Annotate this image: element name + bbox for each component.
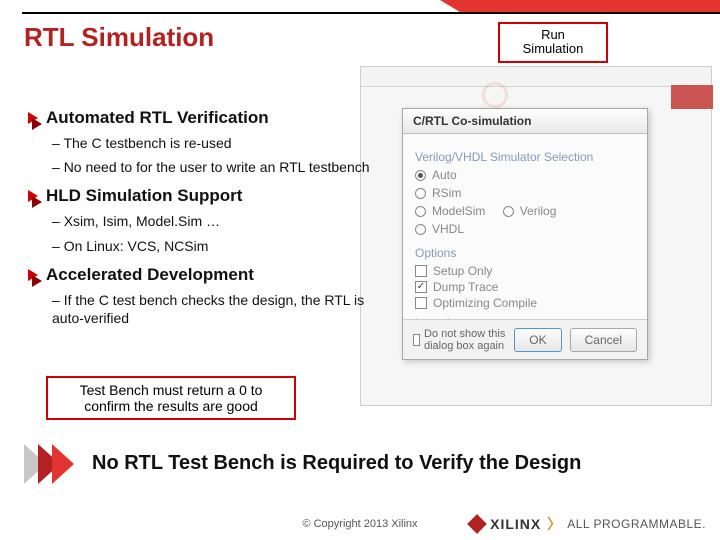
check-dont-show[interactable]: Do not show this dialog box again — [413, 328, 506, 352]
radio-vhdl[interactable]: VHDL — [415, 222, 464, 236]
chevron-icon — [28, 190, 38, 202]
note-box: Test Bench must return a 0 to confirm th… — [46, 376, 296, 420]
callout-line: Simulation — [500, 42, 606, 56]
brand-tagline: ALL PROGRAMMABLE. — [567, 517, 706, 531]
dialog-footer: Do not show this dialog box again OK Can… — [403, 319, 647, 359]
top-accent — [460, 0, 720, 12]
callout-line: Run — [500, 28, 606, 42]
list-item: Xsim, Isim, Model.Sim … — [52, 212, 396, 230]
ok-button[interactable]: OK — [514, 328, 561, 352]
chevron-icon — [28, 269, 38, 281]
check-setup-only[interactable]: Setup Only — [415, 264, 635, 278]
content: Automated RTL Verification The C testben… — [28, 108, 396, 337]
list-item: No need to for the user to write an RTL … — [52, 158, 396, 176]
check-optimizing[interactable]: Optimizing Compile — [415, 296, 635, 310]
group-options: Options — [415, 246, 635, 260]
copyright: © Copyright 2013 Xilinx — [302, 518, 417, 530]
section-title: Accelerated Development — [46, 265, 254, 285]
list-item: If the C test bench checks the design, t… — [52, 291, 396, 327]
list-item: On Linux: VCS, NCSim — [52, 237, 396, 255]
brand-name: XILINX — [490, 516, 541, 532]
big-chevron-icon — [24, 444, 78, 484]
section-heading: Automated RTL Verification — [28, 108, 396, 128]
group-simulator: Verilog/VHDL Simulator Selection — [415, 150, 635, 164]
check-label: Do not show this dialog box again — [424, 328, 506, 352]
cosim-dialog: C/RTL Co-simulation Verilog/VHDL Simulat… — [402, 108, 648, 360]
check-label: Dump Trace — [433, 280, 498, 294]
radio-modelsim[interactable]: ModelSim — [415, 204, 485, 218]
bullet-list: Xsim, Isim, Model.Sim … On Linux: VCS, N… — [52, 212, 396, 254]
check-dump-trace[interactable]: ✓Dump Trace — [415, 280, 635, 294]
bullet-list: If the C test bench checks the design, t… — [52, 291, 396, 327]
slide-title: RTL Simulation — [24, 22, 214, 53]
check-label: Setup Only — [433, 264, 492, 278]
check-label: Optimizing Compile — [433, 296, 537, 310]
radio-verilog[interactable]: Verilog — [503, 204, 557, 218]
slide: RTL Simulation Run Simulation C/RTL Co-s… — [0, 0, 720, 540]
list-item: The C testbench is re-used — [52, 134, 396, 152]
radio-label: RSim — [432, 186, 461, 200]
radio-label: VHDL — [432, 222, 464, 236]
radio-label: ModelSim — [432, 204, 485, 218]
section-title: HLD Simulation Support — [46, 186, 242, 206]
dialog-title: C/RTL Co-simulation — [403, 109, 647, 134]
arrow-icon: 〉 — [547, 514, 561, 534]
radio-rsim[interactable]: RSim — [415, 186, 461, 200]
window-titlebar — [361, 67, 711, 87]
bullet-list: The C testbench is re-used No need to fo… — [52, 134, 396, 176]
callout-run-simulation: Run Simulation — [498, 22, 608, 63]
headline: No RTL Test Bench is Required to Verify … — [92, 452, 581, 475]
section-title: Automated RTL Verification — [46, 108, 269, 128]
close-icon — [671, 85, 713, 109]
xilinx-logo-icon — [467, 514, 487, 534]
brand: XILINX 〉 ALL PROGRAMMABLE. — [470, 514, 706, 534]
radio-label: Auto — [432, 168, 457, 182]
cancel-button[interactable]: Cancel — [570, 328, 637, 352]
radio-auto[interactable]: Auto — [415, 168, 457, 182]
radio-label: Verilog — [520, 204, 557, 218]
top-rule — [22, 12, 720, 14]
section-heading: Accelerated Development — [28, 265, 396, 285]
section-heading: HLD Simulation Support — [28, 186, 396, 206]
chevron-icon — [28, 112, 38, 124]
